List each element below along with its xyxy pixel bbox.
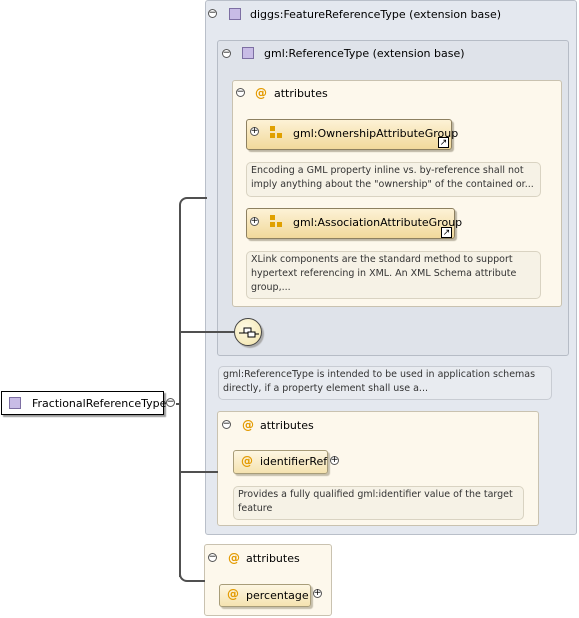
- sequence-compositor-icon[interactable]: [234, 318, 262, 346]
- root-type-label: FractionalReferenceType: [32, 397, 167, 410]
- complex-type-icon: [229, 8, 241, 20]
- collapse-attributes-button[interactable]: −: [208, 553, 217, 562]
- expand-identifier-ref-button[interactable]: +: [330, 456, 339, 465]
- reference-type-note: gml:ReferenceType is intended to be used…: [218, 366, 552, 400]
- collapse-reference-type-button[interactable]: −: [222, 49, 231, 58]
- connector-line: [181, 331, 234, 333]
- attribute-icon: @: [241, 454, 253, 468]
- collapse-root-button[interactable]: −: [166, 398, 175, 407]
- expand-ownership-group-button[interactable]: +: [250, 127, 259, 136]
- expand-percentage-button[interactable]: +: [313, 589, 322, 598]
- collapse-attributes-button[interactable]: −: [236, 88, 245, 97]
- identifier-ref-note: Provides a fully qualified gml:identifie…: [233, 486, 524, 520]
- percentage-label: percentage: [246, 589, 309, 602]
- collapse-attributes-button[interactable]: −: [222, 420, 231, 429]
- association-group-label: gml:AssociationAttributeGroup: [293, 216, 463, 229]
- ownership-group-note: Encoding a GML property inline vs. by-re…: [246, 162, 541, 197]
- attribute-icon: @: [228, 551, 240, 565]
- identifier-ref-label: identifierRef: [260, 455, 328, 468]
- attribute-icon: @: [227, 587, 239, 601]
- reference-type-label: gml:ReferenceType (extension base): [264, 47, 465, 60]
- attributes-label: attributes: [260, 419, 314, 432]
- attribute-group-icon: [270, 126, 284, 140]
- attribute-icon: @: [242, 418, 254, 432]
- attribute-icon: @: [255, 86, 267, 100]
- attributes-label: attributes: [274, 87, 328, 100]
- attribute-group-icon: [270, 215, 284, 229]
- complex-type-icon: [9, 397, 21, 409]
- connector-line: [181, 471, 218, 473]
- expand-association-group-button[interactable]: +: [250, 217, 259, 226]
- complex-type-icon: [242, 47, 254, 59]
- connector-line: [179, 197, 207, 207]
- collapse-extension-base-button[interactable]: −: [208, 9, 217, 18]
- extension-base-label: diggs:FeatureReferenceType (extension ba…: [250, 8, 502, 21]
- association-group-note: XLink components are the standard method…: [246, 251, 541, 299]
- ownership-group-label: gml:OwnershipAttributeGroup: [293, 127, 459, 140]
- external-link-icon[interactable]: ↗: [438, 137, 449, 148]
- external-link-icon[interactable]: ↗: [441, 227, 452, 238]
- connector-line: [179, 572, 205, 582]
- attributes-label: attributes: [246, 552, 300, 565]
- connector-line: [179, 205, 181, 577]
